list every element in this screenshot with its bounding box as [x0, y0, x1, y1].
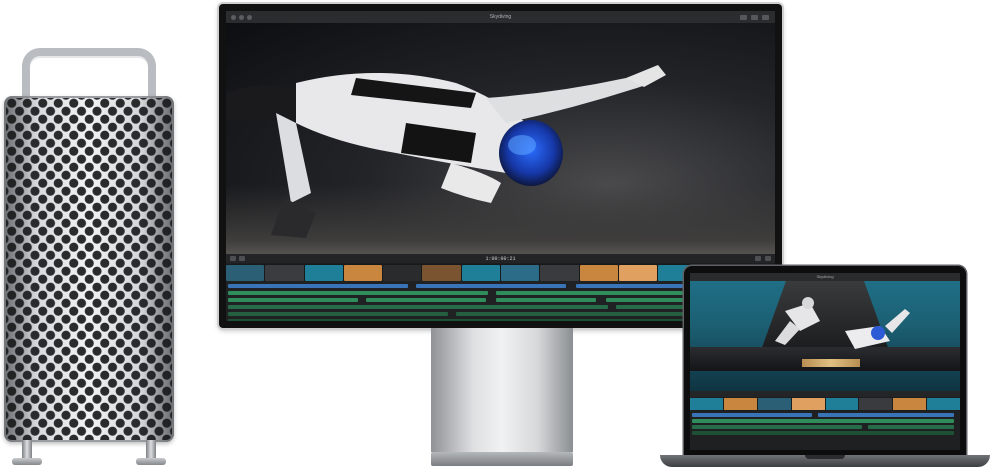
clip-thumbnail[interactable]	[893, 398, 927, 410]
mac-pro-foot-base-left	[12, 458, 42, 465]
clip-thumbnail[interactable]	[859, 398, 893, 410]
video-viewer	[226, 23, 775, 254]
clip-thumbnail[interactable]	[723, 398, 757, 410]
clip-thumbnail[interactable]	[500, 265, 540, 281]
display-stand-base	[431, 452, 573, 466]
window-title: Skydiving	[489, 14, 512, 20]
window-controls[interactable]	[231, 14, 252, 20]
mac-pro-foot-base-right	[136, 458, 166, 465]
timeline-track[interactable]	[692, 413, 812, 417]
timeline-track[interactable]	[228, 312, 448, 316]
timeline-track[interactable]	[416, 284, 566, 288]
skydiver-image	[226, 65, 666, 238]
timecode-display: 1:00:00:21	[485, 255, 516, 262]
laptop-base	[660, 455, 990, 467]
toolbar-icons[interactable]	[740, 14, 769, 20]
display-stand	[431, 328, 573, 452]
clip-thumbnail[interactable]	[304, 265, 343, 281]
timeline-track[interactable]	[692, 425, 862, 429]
laptop-window-title: Skydiving	[816, 274, 834, 279]
clip-thumbnail[interactable]	[579, 265, 618, 281]
fullscreen-icon[interactable]	[755, 256, 761, 261]
clip-thumbnail[interactable]	[540, 265, 579, 281]
timeline-track[interactable]	[228, 305, 608, 309]
laptop-video-viewer	[690, 281, 960, 391]
laptop-final-cut-window: Skydiving	[690, 273, 960, 450]
clip-thumbnail[interactable]	[825, 398, 859, 410]
macbook-pro: Skydiving	[684, 266, 966, 456]
timeline-track[interactable]	[228, 298, 358, 302]
timeline-track[interactable]	[818, 413, 954, 417]
timeline-track[interactable]	[496, 298, 596, 302]
timeline-track[interactable]	[366, 298, 486, 302]
clip-thumbnail[interactable]	[618, 265, 658, 281]
timeline-track[interactable]	[228, 291, 488, 295]
settings-icon[interactable]	[765, 256, 771, 261]
mac-pro-tower	[0, 48, 178, 468]
clip-thumbnail[interactable]	[265, 265, 304, 281]
viewer-controls[interactable]: 1:00:00:21	[226, 254, 775, 263]
zoom-icon[interactable]	[239, 256, 245, 261]
clip-thumbnail[interactable]	[343, 265, 383, 281]
clip-thumbnail[interactable]	[226, 265, 265, 281]
clip-thumbnail[interactable]	[422, 265, 461, 281]
laptop-filmstrip[interactable]	[690, 398, 960, 410]
timeline-track[interactable]	[692, 431, 954, 435]
window-titlebar: Skydiving	[226, 11, 775, 23]
clip-thumbnail[interactable]	[461, 265, 500, 281]
laptop-lid-notch	[805, 455, 845, 459]
laptop-titlebar: Skydiving	[690, 273, 960, 281]
timeline-track[interactable]	[692, 419, 954, 423]
clip-thumbnail[interactable]	[757, 398, 791, 410]
clip-thumbnail[interactable]	[927, 398, 960, 410]
timeline-track[interactable]	[868, 425, 954, 429]
clip-thumbnail[interactable]	[690, 398, 723, 410]
skydivers-image	[775, 297, 910, 349]
laptop-timeline[interactable]	[690, 411, 960, 450]
mac-pro-lattice-grille	[4, 96, 174, 442]
clip-thumbnail[interactable]	[791, 398, 825, 410]
timeline-track[interactable]	[228, 284, 408, 288]
laptop-viewer-controls[interactable]	[690, 391, 960, 397]
play-icon[interactable]	[230, 256, 236, 261]
clip-thumbnail[interactable]	[383, 265, 422, 281]
